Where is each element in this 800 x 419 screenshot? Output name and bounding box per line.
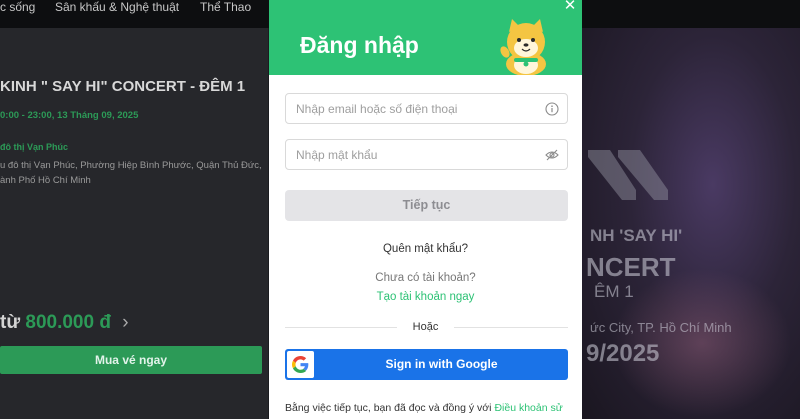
- event-time: 0:00 - 23:00, 13 Tháng 09, 2025: [0, 110, 139, 121]
- close-icon: ✕: [563, 0, 577, 14]
- poster-line-5: 9/2025: [586, 340, 660, 367]
- event-title: KINH " SAY HI" CONCERT - ĐÊM 1: [0, 78, 246, 95]
- close-button[interactable]: ✕: [558, 0, 582, 18]
- no-account-text: Chưa có tài khoản?: [375, 272, 476, 284]
- modal-header: Đăng nhập ✕: [269, 0, 582, 75]
- google-logo-box: [287, 351, 314, 378]
- poster-logo-icon: [588, 150, 668, 200]
- divider-right: [454, 327, 568, 328]
- terms-link[interactable]: Điều khoản sử: [494, 402, 562, 414]
- terms-prefix: Bằng việc tiếp tục, bạn đã đọc và đồng ý…: [285, 402, 495, 414]
- eye-off-icon[interactable]: [545, 148, 559, 162]
- chevron-right-icon: ›: [122, 312, 129, 333]
- google-icon: [292, 356, 309, 373]
- poster-line-1: NH 'SAY HI': [590, 226, 683, 245]
- google-signin-label: Sign in with Google: [385, 357, 498, 371]
- poster-line-2: NCERT: [586, 252, 676, 282]
- login-modal: Đăng nhập ✕ Nhập email hoặc số điện thoạ…: [269, 0, 582, 419]
- info-icon[interactable]: [545, 102, 559, 116]
- terms-notice: Bằng việc tiếp tục, bạn đã đọc và đồng ý…: [285, 402, 575, 414]
- nav-item-stage-art[interactable]: Sân khấu & Nghệ thuật: [55, 0, 179, 14]
- password-input[interactable]: [296, 140, 536, 169]
- password-field[interactable]: [285, 139, 568, 170]
- event-address: u đô thị Vạn Phúc, Phường Hiệp Bình Phướ…: [0, 160, 262, 186]
- email-input[interactable]: [296, 94, 536, 123]
- price-row[interactable]: từ 800.000 đ ›: [0, 312, 129, 334]
- google-signin-button[interactable]: Sign in with Google: [285, 349, 568, 380]
- continue-button[interactable]: Tiếp tục: [285, 190, 568, 221]
- nav-item-sports[interactable]: Thể Thao: [200, 0, 251, 14]
- email-field[interactable]: [285, 93, 568, 124]
- poster-line-4: ức City, TP. Hồ Chí Minh: [590, 320, 732, 335]
- poster-line-3: ÊM 1: [594, 282, 634, 301]
- price-prefix: từ: [0, 312, 21, 333]
- price-value: 800.000 đ: [25, 312, 111, 333]
- forgot-password-link[interactable]: Quên mật khẩu?: [269, 243, 582, 255]
- nav-item-life[interactable]: c sống: [0, 0, 35, 14]
- dog-mascot-icon: [500, 19, 546, 75]
- event-venue: đô thị Vạn Phúc: [0, 142, 69, 152]
- create-account-link[interactable]: Tạo tài khoản ngay: [269, 291, 582, 303]
- buy-ticket-button[interactable]: Mua vé ngay: [0, 346, 262, 374]
- modal-title: Đăng nhập: [300, 32, 419, 58]
